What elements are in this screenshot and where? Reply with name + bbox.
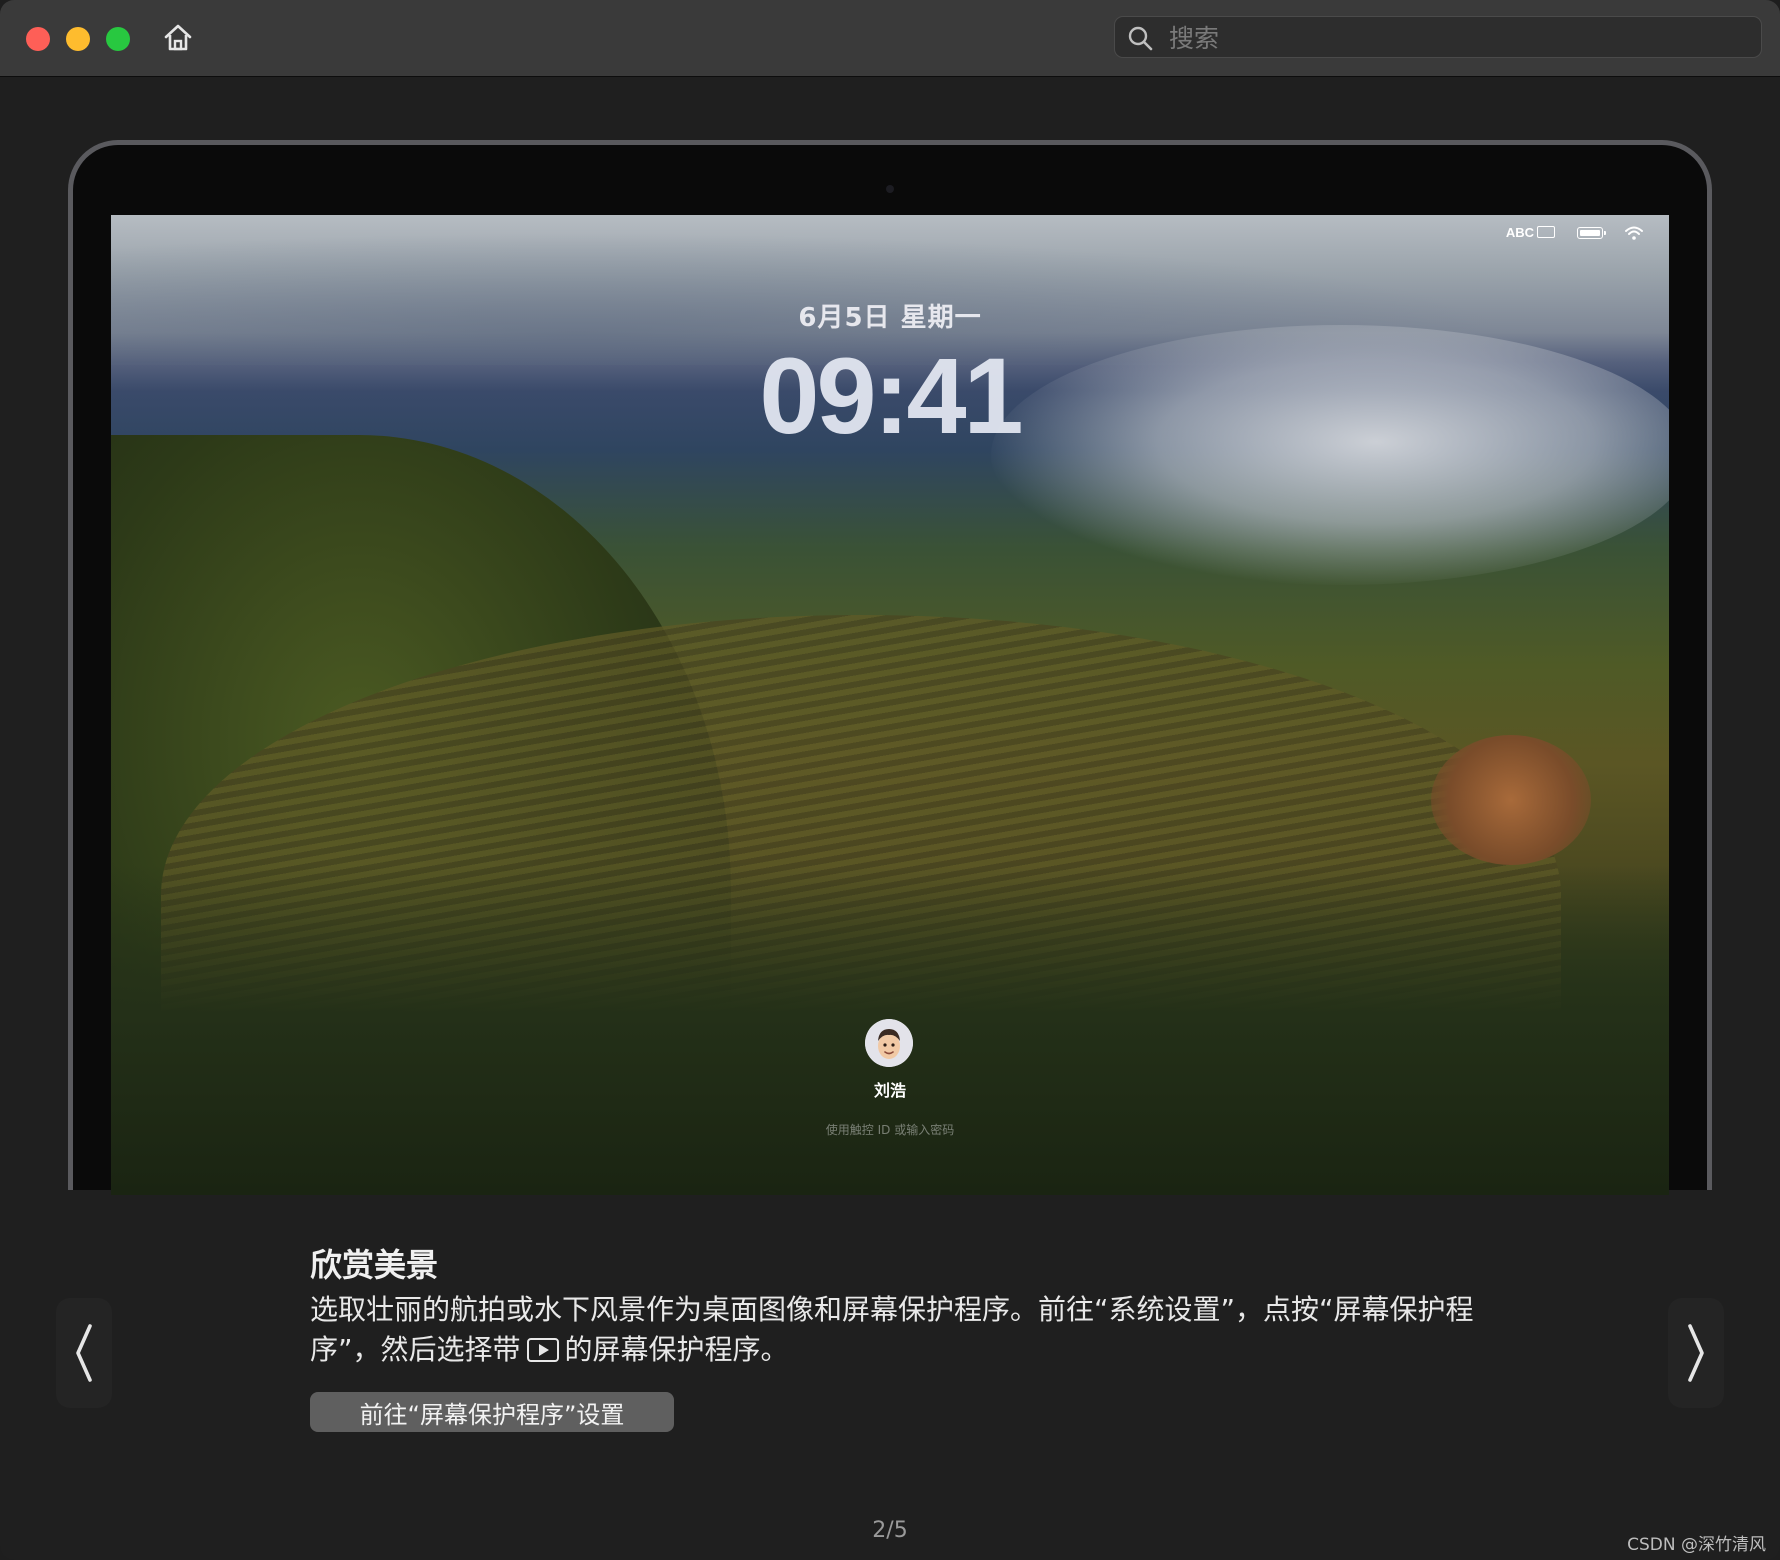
next-button[interactable] bbox=[1668, 1298, 1724, 1408]
memoji-icon bbox=[865, 1019, 913, 1067]
page-indicator: 2/5 bbox=[872, 1518, 908, 1543]
app-window: ABC 6月5日 星期一 09:41 bbox=[0, 0, 1780, 1560]
previous-button[interactable] bbox=[56, 1298, 112, 1408]
lock-time: 09:41 bbox=[759, 335, 1023, 456]
camera-dot bbox=[886, 185, 894, 193]
home-icon bbox=[164, 24, 192, 51]
chevron-left-icon bbox=[76, 1324, 92, 1382]
lock-screen-image: ABC 6月5日 星期一 09:41 刘浩 使用触控 ID 或输入密码 bbox=[111, 215, 1669, 1195]
autumn-tree bbox=[1431, 735, 1591, 865]
battery-icon bbox=[1577, 226, 1606, 239]
feature-description: 选取壮丽的航拍或水下风景作为桌面图像和屏幕保护程序。前往“系统设置”，点按“屏幕… bbox=[310, 1290, 1490, 1370]
laptop-illustration: ABC 6月5日 星期一 09:41 刘浩 使用触控 ID 或输入密码 bbox=[68, 140, 1712, 1195]
input-source-indicator: ABC bbox=[1506, 225, 1555, 240]
wifi-icon bbox=[1625, 226, 1643, 240]
keyboard-icon bbox=[1537, 226, 1555, 238]
user-name: 刘浩 bbox=[873, 1081, 906, 1100]
title-bar bbox=[0, 0, 1780, 77]
zoom-button[interactable] bbox=[106, 27, 130, 51]
avatar[interactable] bbox=[865, 1019, 913, 1067]
search-input[interactable] bbox=[1167, 17, 1751, 59]
minimize-button[interactable] bbox=[66, 27, 90, 51]
close-button[interactable] bbox=[26, 27, 50, 51]
login-hint: 使用触控 ID 或输入密码 bbox=[825, 1123, 955, 1137]
feature-title: 欣赏美景 bbox=[310, 1246, 439, 1284]
search-field[interactable] bbox=[1114, 16, 1762, 59]
play-box-icon bbox=[526, 1338, 559, 1362]
watermark: CSDN @深竹清风 bbox=[1627, 1535, 1766, 1555]
open-screensaver-settings-button[interactable]: 前往“屏幕保护程序”设置 bbox=[310, 1392, 674, 1432]
menu-status-bar: ABC bbox=[1506, 225, 1643, 240]
description-text-1: 选取壮丽的航拍或水下风景作为桌面图像和屏幕保护程序。前往“系统设置”，点按“屏幕… bbox=[310, 1293, 1474, 1366]
chevron-right-icon bbox=[1688, 1324, 1704, 1382]
search-icon bbox=[1128, 26, 1153, 51]
description-text-2: 的屏幕保护程序。 bbox=[564, 1333, 789, 1366]
home-button[interactable] bbox=[158, 18, 198, 58]
lock-date: 6月5日 星期一 bbox=[798, 303, 982, 333]
